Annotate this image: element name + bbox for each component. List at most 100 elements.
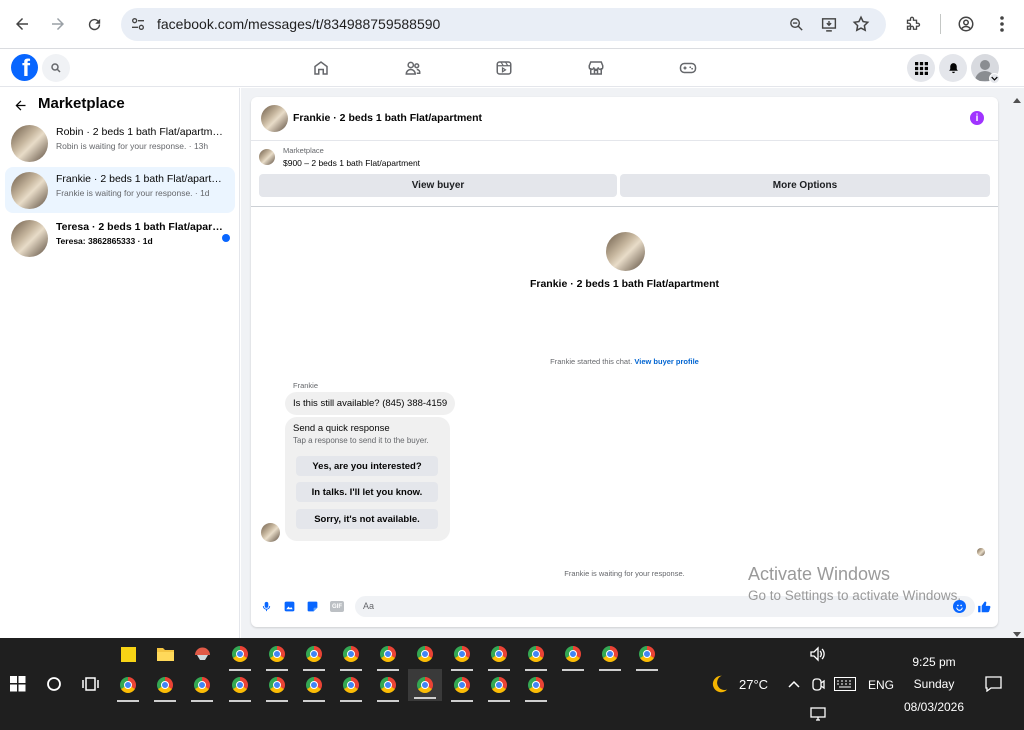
weather-temperature[interactable]: 27°C — [739, 677, 768, 692]
marketplace-icon[interactable] — [587, 59, 607, 79]
chrome-icon[interactable] — [486, 672, 512, 702]
chrome-icon[interactable] — [449, 641, 475, 671]
windows-start-icon[interactable] — [5, 671, 31, 697]
chrome-icon[interactable] — [523, 672, 549, 702]
chrome-icon[interactable] — [227, 672, 253, 702]
forward-arrow-icon[interactable] — [46, 12, 70, 36]
chrome-icon-active[interactable] — [408, 669, 442, 701]
seen-avatar — [977, 548, 985, 556]
chrome-icon[interactable] — [301, 641, 327, 671]
chrome-icon[interactable] — [523, 641, 549, 671]
message-bubble[interactable]: Is this still available? (845) 388-4159 — [285, 392, 456, 415]
more-icon[interactable] — [990, 12, 1014, 36]
chat-header-title[interactable]: Frankie · 2 beds 1 bath Flat/apartment — [293, 112, 482, 124]
zoom-icon[interactable] — [788, 16, 805, 38]
watch-icon[interactable] — [495, 59, 515, 79]
chrome-icon[interactable] — [152, 672, 178, 702]
reload-icon[interactable] — [82, 12, 106, 36]
back-arrow-icon[interactable] — [13, 98, 28, 118]
unread-dot — [222, 234, 230, 242]
chrome-icon[interactable] — [597, 641, 623, 671]
search-icon[interactable] — [42, 54, 70, 82]
chevron-down-icon[interactable] — [989, 73, 1000, 84]
chat-avatar[interactable] — [261, 105, 288, 132]
chevron-up-icon[interactable] — [781, 671, 807, 697]
sticker-icon[interactable] — [306, 600, 319, 618]
facebook-header: f — [0, 49, 1024, 87]
quick-response-button[interactable]: In talks. I'll let you know. — [296, 482, 438, 502]
quick-response-button[interactable]: Sorry, it's not available. — [296, 509, 438, 529]
chrome-icon[interactable] — [264, 641, 290, 671]
sticky-notes-icon[interactable] — [115, 641, 141, 667]
back-arrow-icon[interactable] — [10, 12, 34, 36]
network-icon[interactable] — [805, 701, 831, 727]
gif-icon[interactable]: GIF — [330, 601, 344, 612]
quick-response-button[interactable]: Yes, are you interested? — [296, 456, 438, 476]
chat-area: Frankie · 2 beds 1 bath Flat/apartment i… — [241, 88, 1024, 638]
menu-grid-icon[interactable] — [907, 54, 935, 82]
windows-taskbar: 27°C ENG 9:25 pm Sunday 08/03/2026 — [0, 638, 1024, 730]
photo-attach-icon[interactable] — [283, 600, 296, 618]
chrome-icon[interactable] — [449, 672, 475, 702]
chrome-icon[interactable] — [338, 672, 364, 702]
conversation-item-active[interactable]: Frankie · 2 beds 1 bath Flat/apartment F… — [5, 167, 235, 213]
app-icon[interactable] — [189, 641, 215, 667]
view-buyer-profile-link[interactable]: View buyer profile — [634, 357, 698, 366]
chrome-icon[interactable] — [227, 641, 253, 671]
listing-icon — [259, 149, 275, 165]
browser-toolbar: facebook.com/messages/t/834988759588590 — [0, 0, 1024, 49]
thumbs-up-icon[interactable] — [977, 600, 991, 619]
keyboard-icon[interactable] — [832, 671, 858, 697]
clock-day[interactable]: Sunday — [893, 677, 975, 691]
meet-now-icon[interactable] — [805, 671, 831, 697]
chat-started-note: Frankie started this chat. View buyer pr… — [251, 357, 998, 366]
address-bar[interactable]: facebook.com/messages/t/834988759588590 — [121, 8, 886, 41]
star-icon[interactable] — [852, 15, 870, 38]
quick-response-subtitle: Tap a response to send it to the buyer. — [293, 436, 429, 445]
search-icon[interactable] — [41, 671, 67, 697]
sender-avatar — [261, 523, 280, 542]
home-icon[interactable] — [312, 59, 332, 79]
conversation-item[interactable]: Teresa · 2 beds 1 bath Flat/apartment Te… — [5, 215, 235, 261]
extensions-icon[interactable] — [900, 12, 924, 36]
file-explorer-icon[interactable] — [152, 641, 178, 667]
chrome-icon[interactable] — [115, 672, 141, 702]
microphone-icon[interactable] — [261, 600, 272, 618]
friends-icon[interactable] — [404, 59, 424, 79]
clock-date[interactable]: 08/03/2026 — [893, 700, 975, 714]
site-info-icon[interactable] — [130, 16, 146, 37]
clock-time[interactable]: 9:25 pm — [893, 655, 975, 669]
chrome-icon[interactable] — [560, 641, 586, 671]
language-indicator[interactable]: ENG — [868, 678, 894, 692]
volume-icon[interactable] — [805, 641, 831, 667]
header-divider — [251, 140, 998, 141]
facebook-logo[interactable]: f — [11, 54, 38, 81]
profile-icon[interactable] — [954, 12, 978, 36]
chrome-icon[interactable] — [189, 672, 215, 702]
sidebar-title: Marketplace — [38, 95, 125, 112]
info-icon[interactable]: i — [970, 111, 984, 125]
gaming-icon[interactable] — [679, 59, 699, 79]
moon-weather-icon[interactable] — [706, 671, 732, 697]
scroll-up-icon[interactable] — [1013, 90, 1021, 108]
chrome-icon[interactable] — [375, 672, 401, 702]
chrome-icon[interactable] — [338, 641, 364, 671]
chrome-icon[interactable] — [375, 641, 401, 671]
chrome-icon[interactable] — [301, 672, 327, 702]
chat-started-text: Frankie started this chat. — [550, 357, 633, 366]
chrome-icon[interactable] — [486, 641, 512, 671]
notification-icon[interactable] — [980, 671, 1006, 697]
chrome-icon[interactable] — [412, 641, 438, 671]
view-buyer-button[interactable]: View buyer — [259, 174, 617, 197]
url-text[interactable]: facebook.com/messages/t/834988759588590 — [157, 16, 440, 32]
conversation-item[interactable]: Robin · 2 beds 1 bath Flat/apartment Rob… — [5, 120, 235, 166]
more-options-button[interactable]: More Options — [620, 174, 990, 197]
chrome-icon[interactable] — [264, 672, 290, 702]
install-icon[interactable] — [820, 16, 838, 38]
chrome-icon[interactable] — [634, 641, 660, 671]
quick-response-card: Send a quick response Tap a response to … — [285, 417, 450, 541]
bell-icon[interactable] — [939, 54, 967, 82]
task-view-icon[interactable] — [77, 671, 103, 697]
buyer-profile-photo[interactable] — [606, 232, 645, 271]
chat-card: Frankie · 2 beds 1 bath Flat/apartment i… — [251, 97, 998, 627]
